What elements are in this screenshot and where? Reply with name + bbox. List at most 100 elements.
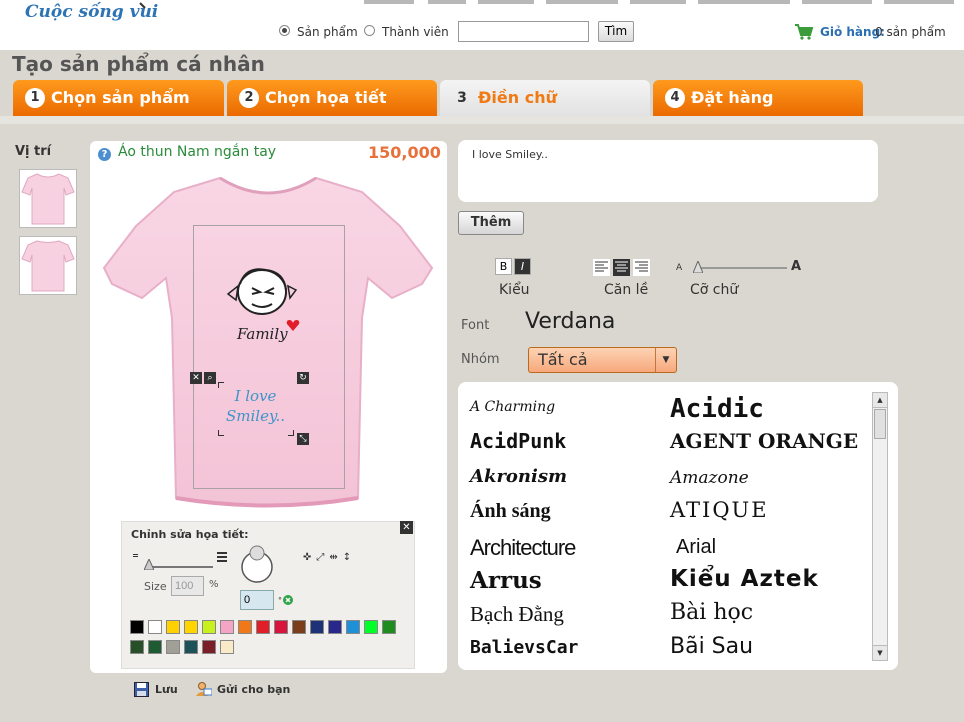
search-input[interactable]: [458, 21, 589, 42]
help-icon[interactable]: ?: [98, 148, 111, 161]
flip-vertical-icon[interactable]: ↕: [343, 552, 356, 563]
group-label: Nhóm: [461, 352, 500, 367]
reset-rotate-icon[interactable]: °: [278, 594, 294, 606]
product-name: Áo thun Nam ngắn tay: [118, 144, 277, 160]
move-arrows-group: ✜⤢⇹↕: [303, 552, 373, 566]
color-swatch[interactable]: [310, 620, 324, 634]
color-swatch[interactable]: [256, 620, 270, 634]
font-item[interactable]: Arial: [676, 536, 716, 559]
color-swatch[interactable]: [166, 640, 180, 654]
custom-text-preview[interactable]: I love Smiley..: [198, 386, 313, 430]
step-tab-2[interactable]: 2 Chọn họa tiết: [227, 80, 437, 116]
align-left-icon[interactable]: [593, 259, 610, 276]
color-swatch[interactable]: [220, 640, 234, 654]
rotate-input[interactable]: [240, 590, 274, 610]
font-item[interactable]: AGENT ORANGE: [670, 429, 858, 453]
size-slider-track[interactable]: [145, 566, 213, 568]
color-swatch[interactable]: [202, 640, 216, 654]
style-label: Kiểu: [499, 282, 530, 298]
page-title: Tạo sản phẩm cá nhân: [12, 52, 265, 76]
font-size-slider-track[interactable]: [695, 267, 787, 269]
top-link-7[interactable]: [802, 0, 872, 4]
align-right-icon[interactable]: [633, 259, 650, 276]
font-item[interactable]: Bãi Sau: [670, 634, 753, 659]
step-tab-1[interactable]: 1 Chọn sản phẩm: [13, 80, 224, 116]
top-link-2[interactable]: [428, 0, 466, 4]
font-item[interactable]: Bài học: [670, 600, 753, 625]
move-all-icon[interactable]: ✜: [303, 552, 316, 563]
color-swatch[interactable]: [148, 640, 162, 654]
top-link-1[interactable]: [364, 0, 414, 4]
color-swatch[interactable]: [328, 620, 342, 634]
close-icon[interactable]: ✕: [400, 521, 413, 534]
font-item[interactable]: Arrus: [470, 567, 542, 594]
font-item[interactable]: BalievsCar: [470, 637, 578, 658]
position-back-thumb[interactable]: [19, 236, 77, 295]
top-link-6[interactable]: [698, 0, 790, 4]
font-item[interactable]: Kiểu Aztek: [670, 566, 819, 592]
top-link-8[interactable]: [884, 0, 954, 4]
radio-thanh-vien[interactable]: [364, 25, 375, 36]
font-size-slider-thumb[interactable]: [693, 261, 703, 273]
zoom-text-icon[interactable]: ⌕: [204, 372, 216, 384]
font-item[interactable]: Bạch Đằng: [470, 602, 564, 627]
color-swatch[interactable]: [382, 620, 396, 634]
scroll-thumb[interactable]: [874, 409, 886, 439]
color-swatch[interactable]: [148, 620, 162, 634]
send-to-friend-icon[interactable]: [196, 681, 212, 697]
text-input[interactable]: I love Smiley..: [458, 140, 878, 202]
send-button[interactable]: Gửi cho bạn: [217, 683, 290, 696]
italic-button[interactable]: I: [514, 258, 531, 275]
font-item[interactable]: ATIQUE: [670, 498, 769, 522]
size-slider-thumb[interactable]: [144, 559, 154, 570]
add-text-button[interactable]: Thêm: [458, 211, 524, 235]
cart-icon[interactable]: [795, 24, 813, 40]
step-number: 2: [239, 88, 259, 108]
text-box-corner: [218, 430, 224, 436]
color-swatch[interactable]: [202, 620, 216, 634]
color-swatch[interactable]: [130, 640, 144, 654]
font-item[interactable]: Architecture: [470, 535, 576, 561]
font-item[interactable]: Ánh sáng: [470, 500, 551, 523]
size-input[interactable]: [171, 576, 204, 596]
top-link-5[interactable]: [630, 0, 686, 4]
color-swatch[interactable]: [184, 620, 198, 634]
color-swatch[interactable]: [364, 620, 378, 634]
radio-san-pham[interactable]: [279, 25, 290, 36]
color-swatch[interactable]: [346, 620, 360, 634]
font-item[interactable]: AcidPunk: [470, 429, 566, 453]
color-swatch[interactable]: [130, 620, 144, 634]
scroll-down-icon[interactable]: ▼: [873, 645, 887, 660]
flip-diagonal-icon[interactable]: ⤢: [316, 552, 329, 563]
font-group-select[interactable]: Tất cả ▼: [528, 347, 677, 373]
resize-text-icon[interactable]: ⤡: [297, 433, 309, 445]
rotate-text-icon[interactable]: ↻: [297, 372, 309, 384]
font-item[interactable]: A Charming: [470, 399, 555, 415]
align-center-icon[interactable]: [613, 259, 630, 276]
search-button[interactable]: Tìm: [598, 21, 634, 42]
smiley-face-art[interactable]: [222, 264, 302, 326]
top-link-3[interactable]: [478, 0, 534, 4]
top-link-4[interactable]: [546, 0, 618, 4]
font-list-scrollbar[interactable]: ▲ ▼: [872, 392, 888, 661]
step-tab-3[interactable]: 3 Điền chữ: [440, 80, 650, 116]
color-swatch[interactable]: [166, 620, 180, 634]
font-item[interactable]: Akronism: [470, 466, 567, 487]
color-swatch[interactable]: [238, 620, 252, 634]
save-button[interactable]: Lưu: [155, 683, 178, 696]
position-front-thumb[interactable]: [19, 169, 77, 228]
color-swatch[interactable]: [184, 640, 198, 654]
color-swatch[interactable]: [220, 620, 234, 634]
scroll-up-icon[interactable]: ▲: [873, 393, 887, 408]
delete-text-icon[interactable]: ✕: [190, 372, 202, 384]
save-icon[interactable]: [134, 682, 149, 697]
rotate-dial[interactable]: [240, 545, 274, 585]
color-swatch[interactable]: [274, 620, 288, 634]
color-swatch[interactable]: [292, 620, 306, 634]
font-item[interactable]: Amazone: [670, 468, 749, 488]
step-tab-4[interactable]: 4 Đặt hàng: [653, 80, 863, 116]
bold-button[interactable]: B: [495, 258, 512, 275]
flip-horizontal-icon[interactable]: ⇹: [329, 552, 342, 563]
font-item[interactable]: Acidic: [670, 394, 764, 424]
step-number: 4: [665, 88, 685, 108]
